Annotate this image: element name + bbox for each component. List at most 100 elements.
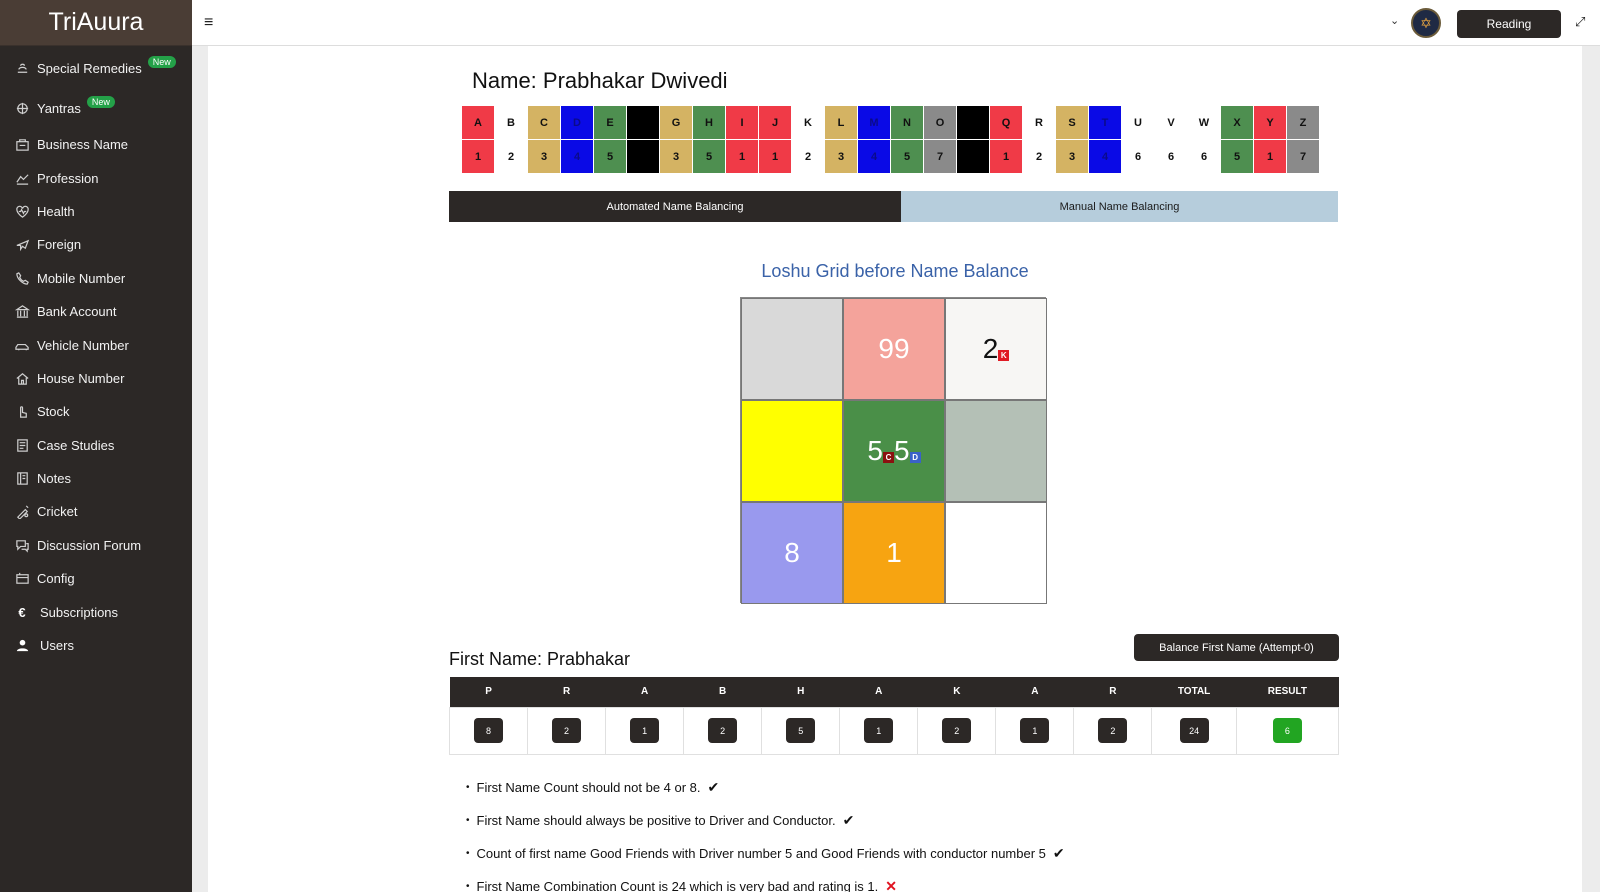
expand-icon[interactable]: ⤢ <box>1575 14 1585 30</box>
chevron-down-icon[interactable]: ⌄ <box>1390 14 1399 27</box>
sidebar-item-profession[interactable]: Profession <box>0 161 192 194</box>
sidebar-item-label: Stock <box>37 404 70 420</box>
table-header-cell: A <box>605 677 684 707</box>
euro-icon: € <box>18 604 26 620</box>
alphabet-letter-cell: N <box>891 106 923 139</box>
loshu-cell <box>945 400 1047 502</box>
bank-icon <box>14 304 30 320</box>
value-badge: 24 <box>1179 718 1209 743</box>
table-header-row: P R A B H A K A R TOTAL RESULT <box>449 677 1339 707</box>
value-badge: 8 <box>474 718 504 743</box>
topbar: ≡ ⌄ ✡ Reading ⤢ <box>192 0 1600 46</box>
sidebar-item-health[interactable]: Health <box>0 195 192 228</box>
sidebar-item-label: Discussion Forum <box>37 537 142 553</box>
check-icon: ✔ <box>842 812 855 828</box>
tab-automated-name-balancing[interactable]: Automated Name Balancing <box>449 191 901 222</box>
table-cell: 1 <box>995 706 1075 755</box>
value-badge: 2 <box>552 718 582 743</box>
list-item: • First Name Combination Count is 24 whic… <box>466 870 1065 892</box>
alphabet-letter-cell: A <box>462 106 494 139</box>
cricket-icon <box>14 504 30 520</box>
brand-logo[interactable]: TriAuura <box>0 0 192 46</box>
sidebar-item-house-number[interactable]: House Number <box>0 362 192 395</box>
reading-button[interactable]: Reading <box>1457 10 1561 38</box>
sidebar-item-stock[interactable]: Stock <box>0 395 192 428</box>
hamburger-icon[interactable]: ≡ <box>204 14 213 32</box>
table-header-cell: K <box>917 677 996 707</box>
alphabet-letter-cell: L <box>825 106 857 139</box>
new-badge: New <box>86 96 115 108</box>
table-cell: 1 <box>839 706 919 755</box>
alphabet-number-cell: 5 <box>594 140 626 173</box>
value-badge: 2 <box>708 718 738 743</box>
phone-icon <box>14 270 30 286</box>
alphabet-number-cell: 6 <box>1188 140 1220 173</box>
alphabet-letter-cell <box>627 106 659 139</box>
first-name-title: First Name: Prabhakar <box>449 649 631 669</box>
alphabet-number-cell: 5 <box>891 140 923 173</box>
sidebar-item-label: Business Name <box>37 137 129 153</box>
sidebar-item-label: House Number <box>37 370 125 386</box>
loshu-cell: 2K <box>945 298 1047 400</box>
sidebar-item-foreign[interactable]: Foreign <box>0 228 192 261</box>
sidebar-item-business-name[interactable]: Business Name <box>0 128 192 161</box>
sidebar-item-subscriptions[interactable]: € Subscriptions <box>0 595 192 628</box>
sidebar-item-discussion-forum[interactable]: Discussion Forum <box>0 529 192 562</box>
sidebar: TriAuura Special Remedies New Yantras Ne… <box>0 0 192 892</box>
tab-manual-name-balancing[interactable]: Manual Name Balancing <box>901 191 1338 222</box>
alphabet-number-cell: 6 <box>1122 140 1154 173</box>
alphabet-number-cell: 3 <box>528 140 560 173</box>
sidebar-item-cricket[interactable]: Cricket <box>0 495 192 528</box>
alphabet-letter-cell: K <box>792 106 824 139</box>
alphabet-letter-cell: D <box>561 106 593 139</box>
alphabet-number-cell: 5 <box>693 140 725 173</box>
alphabet-letter-cell: R <box>1023 106 1055 139</box>
sidebar-item-mobile-number[interactable]: Mobile Number <box>0 262 192 295</box>
alphabet-number-cell: 1 <box>462 140 494 173</box>
alphabet-number-cell: 1 <box>1254 140 1286 173</box>
avatar[interactable]: ✡ <box>1411 8 1441 38</box>
alphabet-letter-cell: Z <box>1287 106 1319 139</box>
table-cell: 2 <box>527 706 607 755</box>
sidebar-item-label: Subscriptions <box>40 604 119 620</box>
sidebar-item-notes[interactable]: Notes <box>0 462 192 495</box>
alphabet-letter-cell <box>957 106 989 139</box>
sidebar-item-bank-account[interactable]: Bank Account <box>0 295 192 328</box>
heart-pulse-icon <box>14 203 30 219</box>
sidebar-item-case-studies[interactable]: Case Studies <box>0 429 192 462</box>
table-cell: 6 <box>1235 706 1340 755</box>
loshu-cell-value: 99 <box>878 333 910 364</box>
document-icon <box>14 437 30 453</box>
page-title: Name: Prabhakar Dwivedi <box>472 68 728 93</box>
airplane-icon <box>14 237 30 253</box>
alphabet-number-cell: 2 <box>495 140 527 173</box>
table-header-cell: B <box>683 677 762 707</box>
alphabet-letter-cell: Y <box>1254 106 1286 139</box>
rule-text: First Name Count should not be 4 or 8. <box>476 780 701 795</box>
sidebar-item-config[interactable]: Config <box>0 562 192 595</box>
notes-icon <box>14 471 30 487</box>
sidebar-item-vehicle-number[interactable]: Vehicle Number <box>0 328 192 361</box>
alphabet-letter-cell: B <box>495 106 527 139</box>
table-header-cell: R <box>1073 677 1152 707</box>
check-icon: ✔ <box>707 779 720 795</box>
check-icon: ✔ <box>1052 845 1065 861</box>
sidebar-item-label: Profession <box>37 170 99 186</box>
sidebar-item-label: Config <box>37 571 75 587</box>
alphabet-letter-cell: S <box>1056 106 1088 139</box>
bullet-icon: • <box>466 881 470 892</box>
alphabet-number-cell: 4 <box>561 140 593 173</box>
sidebar-item-yantras[interactable]: Yantras New <box>0 88 192 128</box>
table-cell: 2 <box>1073 706 1153 755</box>
table-header-cell: A <box>995 677 1074 707</box>
table-cell: 24 <box>1151 706 1237 755</box>
user-icon <box>14 638 30 654</box>
list-item: • Count of first name Good Friends with D… <box>466 837 1065 870</box>
alphabet-number-cell: 2 <box>792 140 824 173</box>
alphabet-letter-cell: Q <box>990 106 1022 139</box>
sidebar-item-users[interactable]: Users <box>0 629 192 662</box>
sidebar-item-label: Health <box>37 203 75 219</box>
sidebar-item-special-remedies[interactable]: Special Remedies New <box>0 48 192 88</box>
balance-first-name-button[interactable]: Balance First Name (Attempt-0) <box>1134 634 1339 661</box>
alphabet-number-cell: 1 <box>759 140 791 173</box>
